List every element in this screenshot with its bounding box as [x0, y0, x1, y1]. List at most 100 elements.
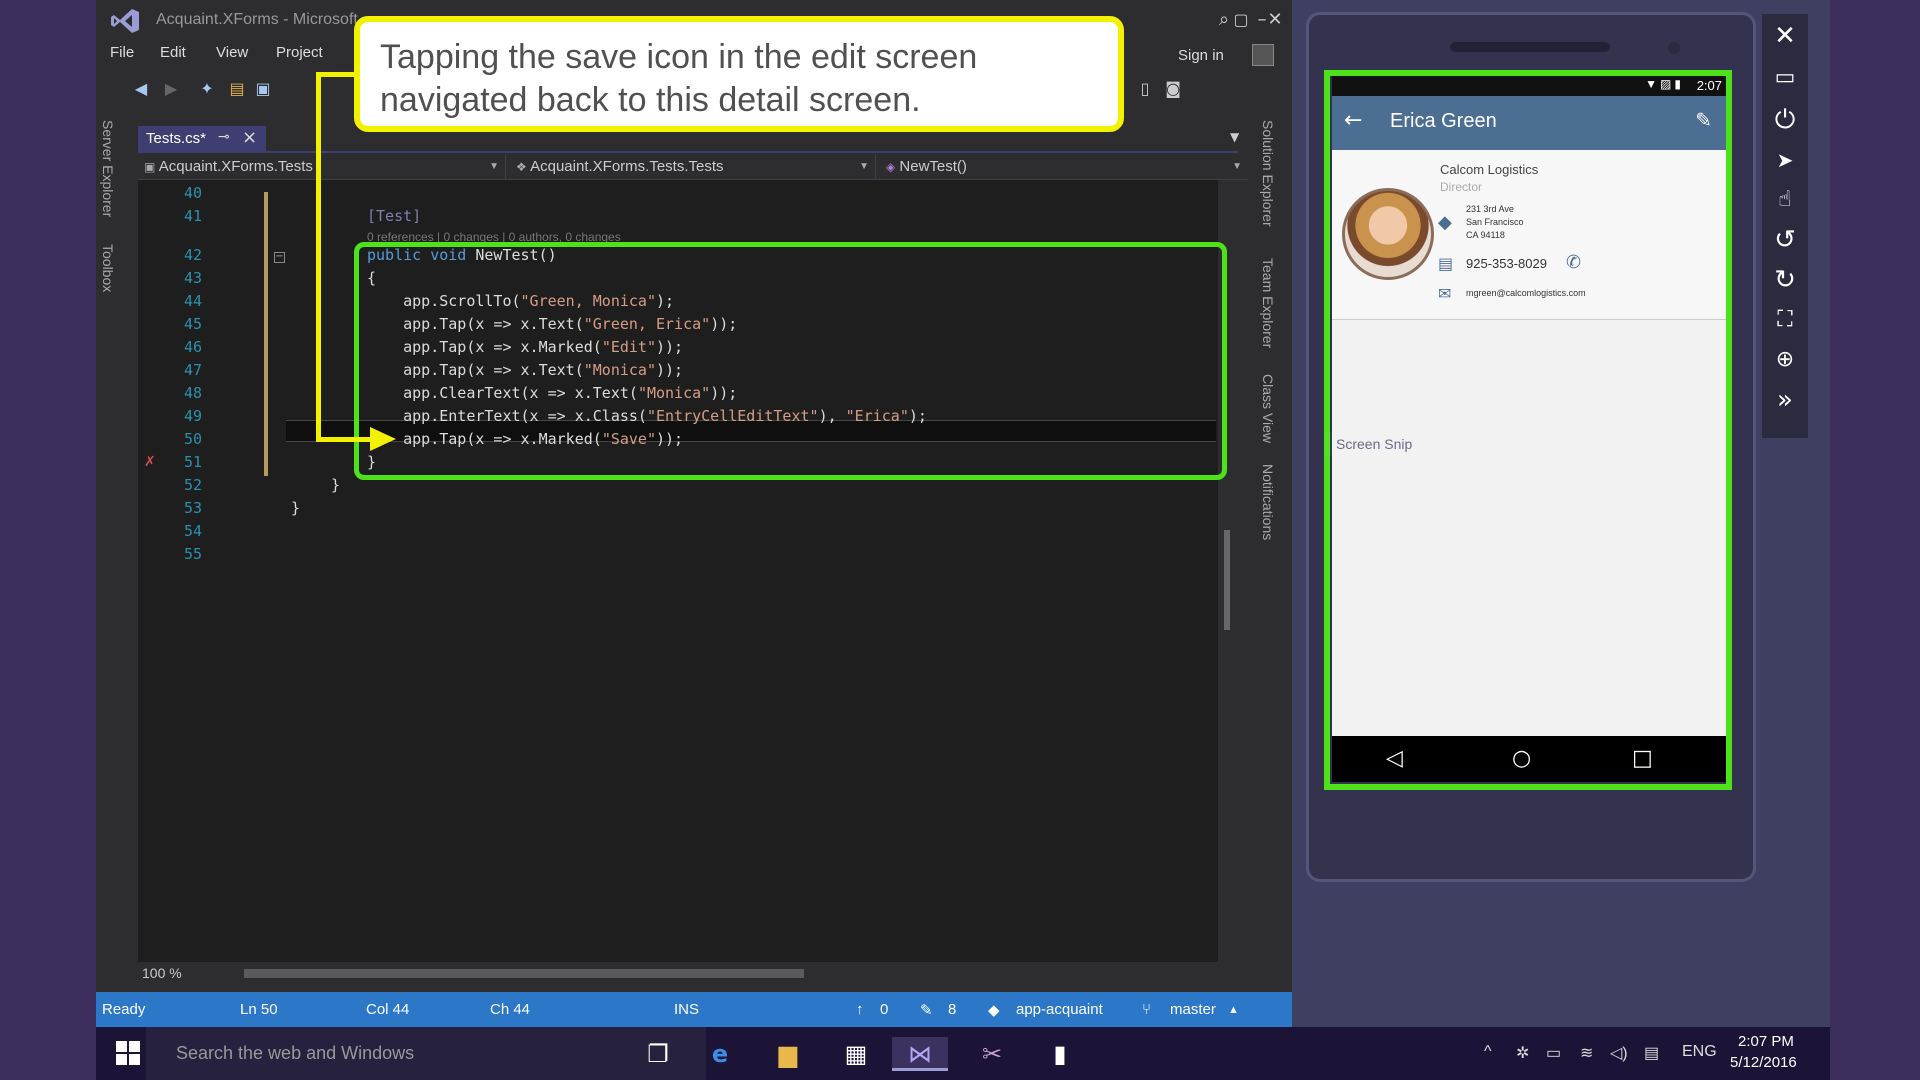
restore-icon[interactable]: ▢ [1226, 6, 1256, 34]
server-explorer-tab[interactable]: Server Explorer [100, 120, 116, 217]
solution-explorer-tab[interactable]: Solution Explorer [1260, 120, 1276, 227]
document-tab[interactable]: Tests.cs* ⊸ × [138, 126, 266, 152]
type-dropdown-label: Acquaint.XForms.Tests.Tests [530, 158, 724, 175]
member-dropdown-label: NewTest() [899, 158, 967, 175]
address-line: 231 3rd Ave [1466, 204, 1514, 214]
clock-time[interactable]: 2:07 PM [1738, 1033, 1794, 1050]
right-tool-rail: Solution Explorer Team Explorer Class Vi… [1256, 110, 1292, 990]
horizontal-scrollbar[interactable] [224, 962, 1224, 984]
account-icon[interactable] [1252, 44, 1274, 66]
phone-screen[interactable]: ▼▨▮ 2:07 ← Erica Green ✎ Calcom Logistic… [1332, 76, 1726, 782]
code-highlight-box [354, 242, 1227, 480]
save-icon[interactable]: ▣ [252, 78, 274, 100]
nav-back-icon[interactable]: ◁ [1386, 746, 1403, 771]
device-speaker [1450, 42, 1610, 52]
battery-icon[interactable]: ▭ [1546, 1043, 1561, 1063]
project-dropdown[interactable]: ▣ Acquaint.XForms.Tests ▼ [138, 154, 506, 180]
tab-underline [138, 151, 1238, 153]
close-icon[interactable]: ✕ [1762, 16, 1808, 56]
toolbox-tab[interactable]: Toolbox [100, 244, 116, 292]
message-icon[interactable]: ▤ [1438, 254, 1453, 273]
menu-edit[interactable]: Edit [160, 44, 186, 61]
nav-recents-icon[interactable]: □ [1632, 746, 1653, 771]
xamarin-icon[interactable]: ✂ [972, 1037, 1012, 1071]
menu-project[interactable]: Project [276, 44, 323, 61]
wifi-icon[interactable]: ≋ [1580, 1043, 1593, 1063]
back-icon[interactable]: ◀ [130, 78, 152, 100]
team-explorer-tab[interactable]: Team Explorer [1260, 258, 1276, 348]
rotate-left-icon[interactable]: ↺ [1762, 220, 1808, 260]
new-project-icon[interactable]: ✦ [196, 78, 218, 100]
pin-icon[interactable]: ⊸ [218, 129, 230, 145]
search-placeholder: Search the web and Windows [176, 1043, 415, 1063]
back-arrow-icon[interactable]: ← [1344, 108, 1362, 133]
rotate-right-icon[interactable]: ↻ [1762, 260, 1808, 300]
change-tracking-bar [264, 192, 268, 476]
sign-in-link[interactable]: Sign in [1178, 47, 1224, 64]
line-number: 53 [183, 499, 202, 517]
zoom-icon[interactable]: ⊕ [1762, 340, 1808, 380]
directions-icon[interactable]: ◆ [1438, 212, 1452, 233]
forward-icon[interactable]: ▶ [160, 78, 182, 100]
edit-pencil-icon[interactable]: ✎ [1695, 108, 1712, 132]
settings-gear-icon[interactable]: ✲ [1516, 1043, 1529, 1063]
device-icon[interactable]: ▯ [1134, 78, 1156, 100]
pointer-icon[interactable]: ➤ [1762, 140, 1808, 180]
type-dropdown[interactable]: ❖ Acquaint.XForms.Tests.Tests ▼ [506, 154, 876, 180]
task-view-icon[interactable]: ❐ [638, 1037, 678, 1071]
breakpoint-wrench-icon[interactable]: ✗ [144, 454, 156, 470]
close-icon[interactable]: ✕ [1260, 6, 1290, 34]
emulator-taskbar-icon[interactable]: ▮ [1040, 1037, 1080, 1071]
avatar [1342, 188, 1434, 280]
phone-call-icon[interactable]: ✆ [1566, 252, 1581, 273]
more-tools-icon[interactable]: » [1762, 380, 1808, 420]
zoom-level-label: 100 % [142, 965, 182, 981]
tab-list-dropdown-icon[interactable]: ▼ [1230, 130, 1239, 144]
minimize-icon[interactable]: ▭ [1762, 58, 1808, 98]
class-icon: ❖ [516, 160, 527, 174]
email-icon[interactable]: ✉ [1438, 284, 1451, 303]
store-icon[interactable]: ▦ [836, 1037, 876, 1071]
line-number: 46 [183, 338, 202, 356]
touch-icon[interactable]: ☝ [1762, 180, 1808, 220]
line-number: 44 [183, 292, 202, 310]
phone-status-bar: ▼▨▮ 2:07 [1332, 76, 1726, 96]
window-title: Acquaint.XForms - Microsoft [156, 11, 358, 28]
scrollbar-thumb[interactable] [1224, 530, 1230, 630]
tab-close-icon[interactable]: × [242, 127, 257, 148]
class-view-tab[interactable]: Class View [1260, 374, 1276, 443]
input-language[interactable]: ENG [1682, 1043, 1717, 1061]
camera-icon[interactable]: ◙ [1162, 78, 1184, 100]
menu-file[interactable]: File [110, 44, 134, 61]
volume-icon[interactable]: ◁) [1610, 1043, 1628, 1063]
chevron-down-icon: ▼ [489, 161, 499, 172]
edge-browser-icon[interactable]: e [700, 1037, 740, 1071]
member-dropdown[interactable]: ◈ NewTest() ▼ [876, 154, 1248, 180]
visual-studio-taskbar-icon[interactable]: ⋈ [892, 1037, 948, 1071]
notifications-tab[interactable]: Notifications [1260, 464, 1276, 540]
fit-to-screen-icon[interactable]: ⛶ [1762, 300, 1808, 340]
desktop-right-edge [1830, 0, 1920, 1080]
clock-date[interactable]: 5/12/2016 [1730, 1054, 1797, 1071]
line-number: 52 [183, 476, 202, 494]
action-center-icon[interactable]: ▤ [1644, 1043, 1659, 1063]
scrollbar-thumb[interactable] [244, 969, 804, 978]
left-tool-rail: Server Explorer Toolbox [96, 110, 122, 990]
nav-home-icon[interactable]: ○ [1512, 746, 1531, 771]
power-icon[interactable]: ⏻ [1762, 100, 1808, 140]
visual-studio-logo-icon [111, 9, 139, 33]
address-line: San Francisco [1466, 217, 1524, 227]
file-explorer-icon[interactable]: ▆ [768, 1037, 808, 1071]
show-hidden-icons-icon[interactable]: ^ [1484, 1043, 1492, 1061]
callout-connector [316, 72, 358, 77]
menu-view[interactable]: View [216, 44, 248, 61]
zoom-level-dropdown[interactable]: 100 % ▼ [138, 962, 218, 1003]
open-file-icon[interactable]: ▤ [226, 78, 248, 100]
windows-taskbar: Search the web and Windows ❐ e ▆ ▦ ⋈ ✂ ▮… [96, 1027, 1830, 1080]
address-line: CA 94118 [1466, 230, 1505, 240]
collapse-icon[interactable]: − [274, 252, 285, 263]
start-windows-icon[interactable] [116, 1041, 140, 1065]
taskbar-search-box[interactable]: Search the web and Windows [146, 1027, 706, 1080]
line-number-gutter: 40 41 42 43 44 45 46 47 48 49 50 51 52 5… [138, 180, 236, 962]
line-number: 42 [183, 246, 202, 264]
